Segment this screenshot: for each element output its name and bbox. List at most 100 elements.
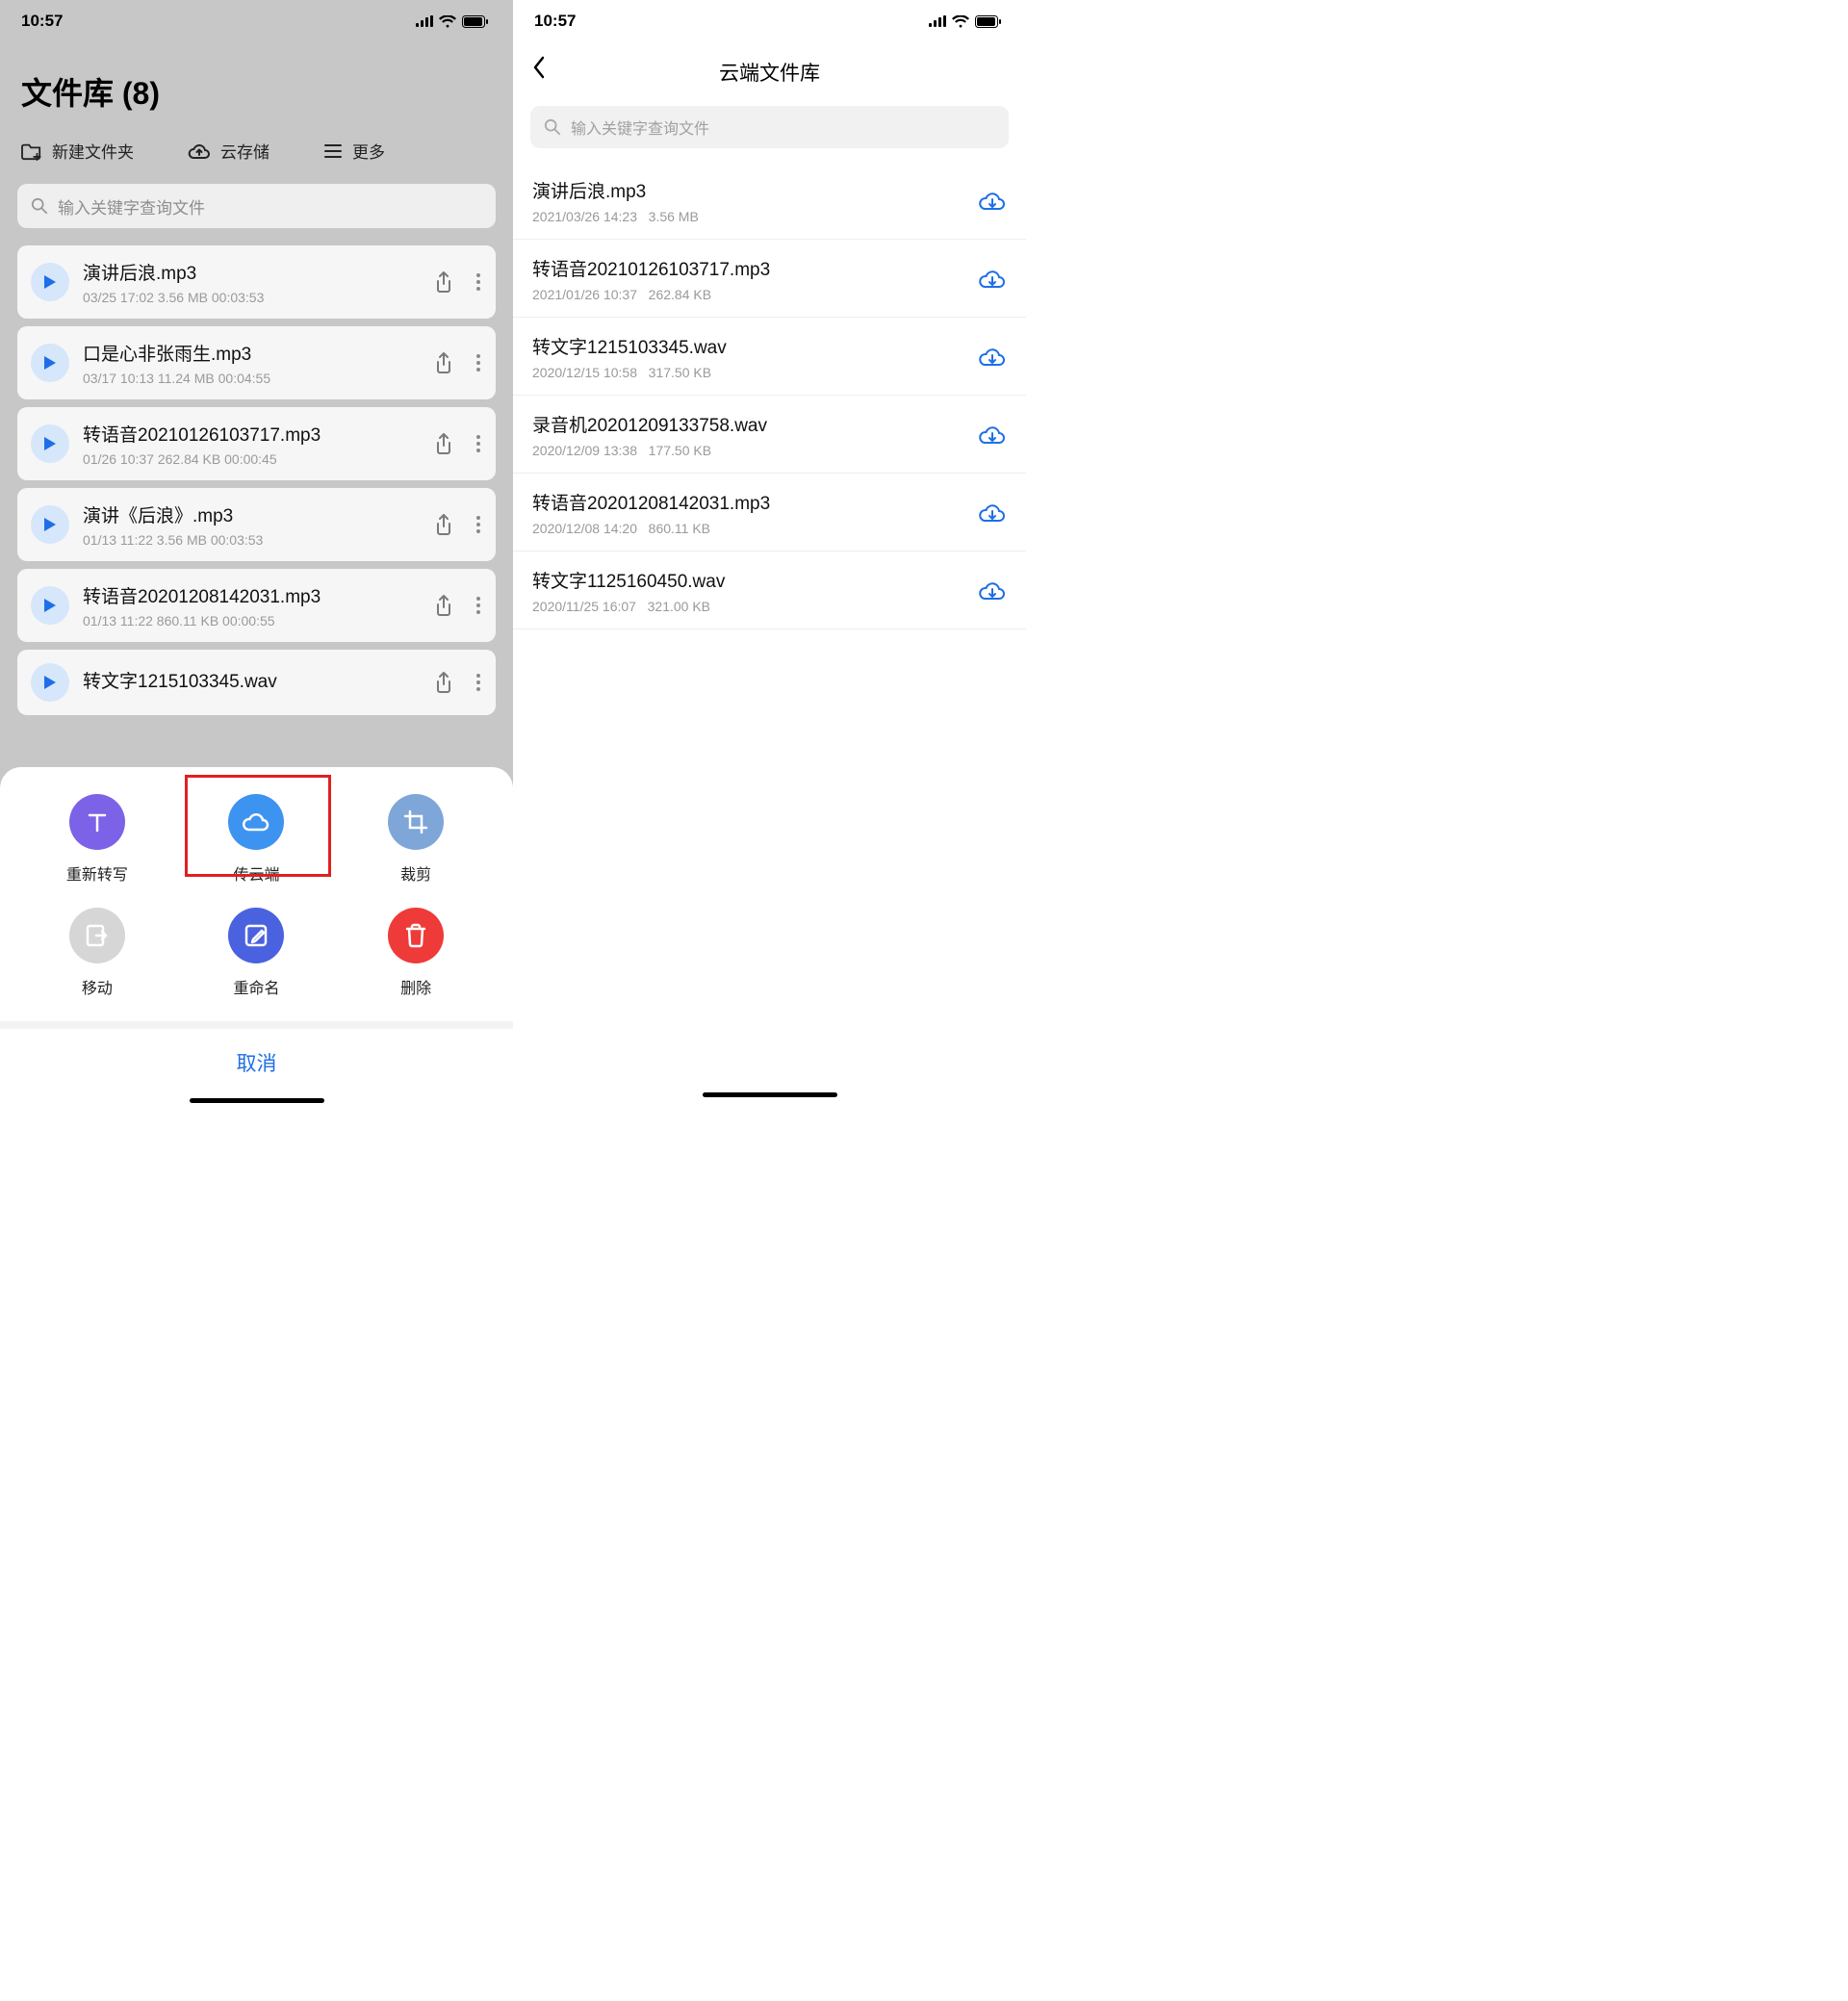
- cloud-icon: [228, 794, 284, 850]
- cloud-file-meta: 2021/03/26 14:23 3.56 MB: [532, 209, 978, 224]
- play-icon: [43, 274, 57, 290]
- more-button[interactable]: [469, 668, 488, 697]
- rename-icon: [228, 908, 284, 963]
- more-button[interactable]: [469, 429, 488, 458]
- share-button[interactable]: [434, 595, 453, 616]
- cloud-info: 转文字1125160450.wav2020/11/25 16:07 321.00…: [532, 567, 978, 614]
- cloud-file-item[interactable]: 演讲后浪.mp32021/03/26 14:23 3.56 MB: [513, 162, 1026, 240]
- share-icon: [434, 595, 453, 616]
- cloud-info: 演讲后浪.mp32021/03/26 14:23 3.56 MB: [532, 177, 978, 224]
- cloud-file-item[interactable]: 转文字1215103345.wav2020/12/15 10:58 317.50…: [513, 318, 1026, 396]
- download-button[interactable]: [978, 346, 1007, 369]
- status-icons: [929, 15, 1001, 28]
- play-button[interactable]: [31, 263, 69, 301]
- more-button[interactable]: [469, 348, 488, 377]
- play-icon: [43, 675, 57, 690]
- cloud-file-meta: 2020/12/09 13:38 177.50 KB: [532, 443, 978, 458]
- download-button[interactable]: [978, 423, 1007, 447]
- share-button[interactable]: [434, 514, 453, 535]
- download-button[interactable]: [978, 579, 1007, 603]
- action-label: 移动: [82, 975, 113, 998]
- play-icon: [43, 598, 57, 613]
- share-button[interactable]: [434, 433, 453, 454]
- action-text[interactable]: 重新转写: [66, 794, 128, 885]
- cloud-file-item[interactable]: 录音机20201209133758.wav 2020/12/09 13:38 17…: [513, 396, 1026, 474]
- share-icon: [434, 271, 453, 293]
- status-icons: [416, 15, 488, 28]
- file-name: 转语音20201208142031.mp3: [83, 582, 434, 608]
- wifi-icon: [439, 15, 456, 28]
- sheet-divider: [0, 1021, 513, 1029]
- file-item[interactable]: 转语音20201208142031.mp301/13 11:22 860.11 …: [17, 569, 496, 642]
- cloud-file-name: 转语音20210126103717.mp3: [532, 255, 978, 281]
- file-name: 演讲《后浪》.mp3: [83, 501, 434, 527]
- play-button[interactable]: [31, 586, 69, 625]
- action-crop[interactable]: 裁剪: [388, 794, 444, 885]
- download-button[interactable]: [978, 190, 1007, 213]
- file-meta: 03/17 10:13 11.24 MB 00:04:55: [83, 371, 434, 386]
- signal-icon: [416, 15, 433, 27]
- action-trash[interactable]: 删除: [388, 908, 444, 998]
- status-bar: 10:57: [513, 0, 1026, 42]
- share-icon: [434, 352, 453, 373]
- search-input[interactable]: 输入关键字查询文件: [17, 184, 496, 228]
- play-button[interactable]: [31, 344, 69, 382]
- status-time: 10:57: [21, 12, 63, 31]
- cloud-file-meta: 2020/12/15 10:58 317.50 KB: [532, 365, 978, 380]
- more-button[interactable]: [469, 591, 488, 620]
- toolbar-new-folder-label: 新建文件夹: [52, 139, 134, 163]
- cloud-info: 转文字1215103345.wav2020/12/15 10:58 317.50…: [532, 333, 978, 380]
- page-title: 文件库 (8): [0, 42, 513, 127]
- action-label: 删除: [400, 975, 431, 998]
- search-input[interactable]: 输入关键字查询文件: [530, 106, 1009, 148]
- action-cloud[interactable]: 传云端: [228, 794, 284, 885]
- file-item[interactable]: 转文字1215103345.wav: [17, 650, 496, 715]
- file-name: 转语音20210126103717.mp3: [83, 421, 434, 447]
- status-bar: 10:57: [0, 0, 513, 42]
- home-indicator: [190, 1098, 324, 1103]
- cloud-info: 转语音20210126103717.mp32021/01/26 10:37 26…: [532, 255, 978, 302]
- cloud-file-item[interactable]: 转语音20201208142031.mp32020/12/08 14:20 86…: [513, 474, 1026, 552]
- toolbar-cloud[interactable]: 云存储: [188, 139, 270, 163]
- file-name: 口是心非张雨生.mp3: [83, 340, 434, 366]
- download-button[interactable]: [978, 501, 1007, 525]
- file-item[interactable]: 演讲《后浪》.mp301/13 11:22 3.56 MB 00:03:53: [17, 488, 496, 561]
- cloud-file-name: 录音机20201209133758.wav: [532, 411, 978, 437]
- text-icon: [69, 794, 125, 850]
- download-button[interactable]: [978, 268, 1007, 291]
- file-meta: 03/25 17:02 3.56 MB 00:03:53: [83, 290, 434, 305]
- search-placeholder: 输入关键字查询文件: [58, 194, 205, 218]
- play-icon: [43, 517, 57, 532]
- toolbar-new-folder[interactable]: 新建文件夹: [21, 139, 134, 163]
- play-button[interactable]: [31, 663, 69, 702]
- file-item[interactable]: 口是心非张雨生.mp3 03/17 10:13 11.24 MB 00:04:55: [17, 326, 496, 399]
- search-icon: [31, 197, 48, 215]
- file-info: 转文字1215103345.wav: [83, 667, 434, 698]
- back-button[interactable]: [532, 56, 546, 79]
- file-item[interactable]: 转语音20210126103717.mp301/26 10:37 262.84 …: [17, 407, 496, 480]
- cloud-file-item[interactable]: 转文字1125160450.wav2020/11/25 16:07 321.00…: [513, 552, 1026, 629]
- more-button[interactable]: [469, 510, 488, 539]
- share-icon: [434, 433, 453, 454]
- cloud-file-list: 演讲后浪.mp32021/03/26 14:23 3.56 MB 转语音20210…: [513, 156, 1026, 635]
- battery-icon: [462, 15, 488, 28]
- cancel-button[interactable]: 取消: [0, 1029, 513, 1092]
- file-info: 口是心非张雨生.mp3 03/17 10:13 11.24 MB 00:04:55: [83, 340, 434, 386]
- cloud-download-icon: [978, 268, 1007, 291]
- action-rename[interactable]: 重命名: [228, 908, 284, 998]
- file-name: 演讲后浪.mp3: [83, 259, 434, 285]
- file-item[interactable]: 演讲后浪.mp3 03/25 17:02 3.56 MB 00:03:53: [17, 245, 496, 319]
- action-move[interactable]: 移动: [69, 908, 125, 998]
- file-info: 转语音20210126103717.mp301/26 10:37 262.84 …: [83, 421, 434, 467]
- share-button[interactable]: [434, 672, 453, 693]
- folder-plus-icon: [21, 141, 42, 161]
- cloud-file-meta: 2020/12/08 14:20 860.11 KB: [532, 521, 978, 536]
- toolbar-more[interactable]: 更多: [323, 139, 385, 163]
- share-button[interactable]: [434, 271, 453, 293]
- share-button[interactable]: [434, 352, 453, 373]
- play-button[interactable]: [31, 505, 69, 544]
- cloud-download-icon: [978, 423, 1007, 447]
- play-button[interactable]: [31, 424, 69, 463]
- more-button[interactable]: [469, 268, 488, 296]
- cloud-file-item[interactable]: 转语音20210126103717.mp32021/01/26 10:37 26…: [513, 240, 1026, 318]
